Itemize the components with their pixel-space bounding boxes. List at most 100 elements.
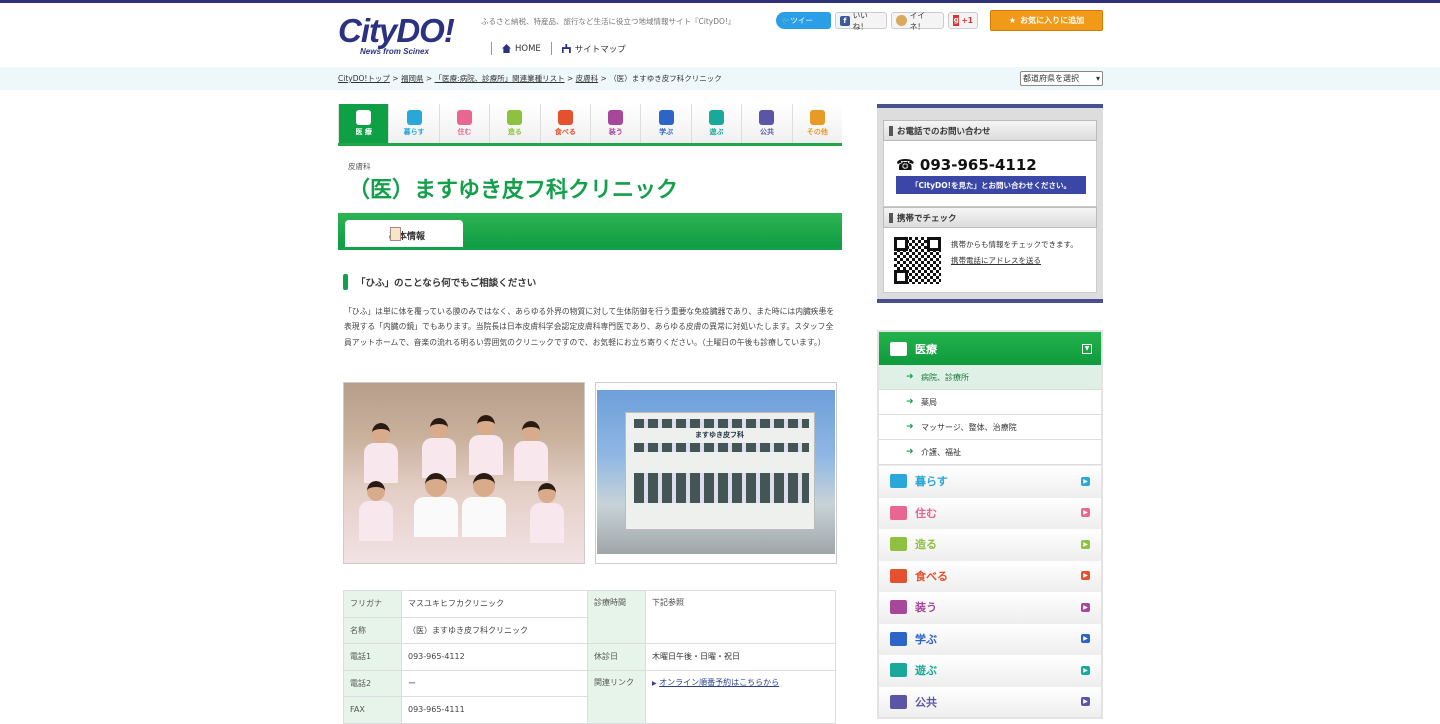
info-value: マスユキヒフカクリニック [401, 590, 588, 618]
category-icon [759, 110, 775, 125]
add-favorite-button[interactable]: ★ お気に入りに追加 [990, 10, 1103, 31]
category-tab[interactable]: 公共 [741, 104, 792, 143]
google-plus-button[interactable]: g +1 [948, 12, 978, 29]
window-row [634, 419, 809, 428]
menu-sub-item[interactable]: 介護、福祉 [879, 440, 1101, 465]
menu-category-row[interactable]: 暮らす ▶ [879, 465, 1101, 497]
staff-figure [462, 473, 506, 537]
logo-subtitle: News from Scinex [360, 47, 429, 56]
twitter-icon: 🐦 [781, 16, 791, 25]
play-arrow-icon: ▶ [1081, 665, 1090, 675]
tweet-button[interactable]: 🐦 ツイー [776, 12, 831, 29]
header-nav: HOME サイトマップ [481, 42, 626, 55]
category-tab[interactable]: 装う [590, 104, 641, 143]
breadcrumb-link[interactable]: CityDO!トップ [338, 74, 390, 83]
phone-number[interactable]: ☎ 093-965-4112 [884, 141, 1096, 174]
category-tab[interactable]: 住む [438, 104, 490, 143]
menu-sub-item[interactable]: 病院、診療所 [879, 365, 1101, 390]
main-content: 医 療 暮らす 住む 造る 食べる 装う 学ぶ 遊ぶ 公共 その他 皮膚科 （医）ますゆき皮フ科ク… [338, 104, 843, 724]
category-tab[interactable]: 医 療 [338, 104, 389, 143]
table-row: 電話2 ー 関連リンク ▶ オンライン順番予約はこちらから [343, 669, 836, 724]
site-logo[interactable]: CityDO! [338, 12, 455, 50]
gplus-label: +1 [961, 16, 973, 25]
category-icon [890, 568, 907, 583]
category-tab[interactable]: 学ぶ [640, 104, 691, 143]
category-label: 住む [457, 128, 472, 136]
contact-title: お電話でのお問い合わせ [883, 120, 1097, 141]
breadcrumb-link[interactable]: 「医療:病院、診療所」関連業種リスト [435, 74, 565, 83]
building-sign: ますゆき皮フ科 [695, 431, 744, 439]
category-icon [890, 663, 907, 678]
like-label: いいね！ [852, 10, 868, 31]
play-arrow-icon: ▶ [1081, 539, 1090, 549]
send-to-mobile-link[interactable]: 携帯電話にアドレスを送る [951, 253, 1078, 269]
site-tagline: ふるさと納税、特産品、旅行など生活に役立つ地域情報サイト『CityDO!』 [481, 17, 736, 26]
page-category: 皮膚科 [348, 162, 371, 171]
info-key: 名称 [343, 616, 402, 644]
category-icon [608, 110, 624, 125]
info-key: 電話1 [343, 643, 402, 671]
menu-category-row[interactable]: 学ぶ ▶ [879, 622, 1101, 654]
play-arrow-icon: ▶ [1081, 634, 1090, 644]
nav-divider [491, 42, 492, 55]
mixi-button[interactable]: イイネ！ [891, 11, 944, 31]
sidebar: お電話でのお問い合わせ ☎ 093-965-4112 「CityDO!を見た」と… [877, 104, 1103, 303]
breadcrumb-current: （医）ますゆき皮フ科クリニック [609, 74, 722, 83]
category-menu: 医療 ▼ 病院、診療所 薬局 マッサージ、整体、治療院 介護、福祉 暮らす ▶ 住む ▶… [877, 330, 1103, 719]
category-tab[interactable]: 食べる [539, 104, 591, 143]
category-tab[interactable]: 遊ぶ [690, 104, 742, 143]
menu-category-row[interactable]: 公共 ▶ [879, 685, 1101, 717]
category-icon [356, 110, 372, 125]
category-icon [557, 110, 573, 125]
breadcrumb-link[interactable]: 福岡県 [401, 74, 424, 83]
prefecture-select[interactable]: 都道府県を選択 [1020, 71, 1103, 86]
section-heading: 「ひふ」のことなら何でもご相談ください [343, 274, 536, 290]
menu-row-label: 造る [915, 538, 937, 552]
category-icon [457, 110, 473, 125]
menu-sub-item[interactable]: 薬局 [879, 390, 1101, 415]
staff-figure [530, 483, 564, 543]
nav-home-link[interactable]: HOME [502, 44, 541, 54]
menu-row-label: 住む [915, 506, 937, 520]
play-arrow-icon: ▶ [1081, 602, 1090, 612]
nav-sitemap-label: サイトマップ [574, 44, 626, 55]
nav-sitemap-link[interactable]: サイトマップ [561, 43, 626, 55]
contact-box: お電話でのお問い合わせ ☎ 093-965-4112 「CityDO!を見た」と… [877, 104, 1103, 303]
category-icon [709, 110, 725, 125]
tab-basic-info[interactable]: 基本情報 [345, 220, 463, 250]
nav-divider [550, 42, 552, 55]
menu-category-row[interactable]: 造る ▶ [879, 528, 1101, 560]
category-tab[interactable]: 造る [489, 104, 540, 143]
menu-category-row[interactable]: 遊ぶ ▶ [879, 654, 1101, 686]
online-booking-link[interactable]: オンライン順番予約はこちらから [659, 678, 779, 687]
info-key: 休診日 [587, 643, 646, 671]
staff-figure [359, 481, 393, 541]
menu-category-row[interactable]: 装う ▶ [879, 591, 1101, 623]
menu-head-medical[interactable]: 医療 ▼ [879, 332, 1101, 365]
menu-category-row[interactable]: 住む ▶ [879, 496, 1101, 528]
menu-category-row[interactable]: 食べる ▶ [879, 559, 1101, 591]
medical-icon [890, 341, 907, 356]
category-tab[interactable]: 暮らす [388, 104, 439, 143]
play-arrow-icon: ▶ [1081, 697, 1090, 707]
info-key: FAX [343, 696, 402, 724]
staff-figure [414, 473, 458, 537]
facebook-icon: f [840, 15, 850, 26]
category-tab[interactable]: その他 [791, 104, 843, 143]
section-heading-text: 「ひふ」のことなら何でもご相談ください [356, 278, 537, 289]
menu-row-label: 装う [915, 601, 937, 615]
heading-marker [343, 274, 348, 290]
category-icon [890, 631, 907, 646]
window-row [634, 443, 809, 452]
contact-body: ☎ 093-965-4112 「CityDO!を見た」とお問い合わせください。 [883, 141, 1097, 207]
menu-sub-item[interactable]: マッサージ、整体、治療院 [879, 415, 1101, 440]
category-label: 公共 [759, 128, 774, 136]
category-label: 造る [507, 128, 522, 136]
site-header: CityDO! News from Scinex ふるさと納税、特産品、旅行など… [338, 3, 1103, 67]
menu-head-label: 医療 [915, 342, 937, 356]
breadcrumb-link[interactable]: 皮膚科 [576, 74, 599, 83]
phone-note: 「CityDO!を見た」とお問い合わせください。 [896, 176, 1086, 194]
breadcrumb: CityDO!トップ > 福岡県 > 「医療:病院、診療所」関連業種リスト > … [338, 73, 722, 84]
staff-figure [514, 421, 548, 481]
facebook-like-button[interactable]: f いいね！ [835, 10, 887, 31]
